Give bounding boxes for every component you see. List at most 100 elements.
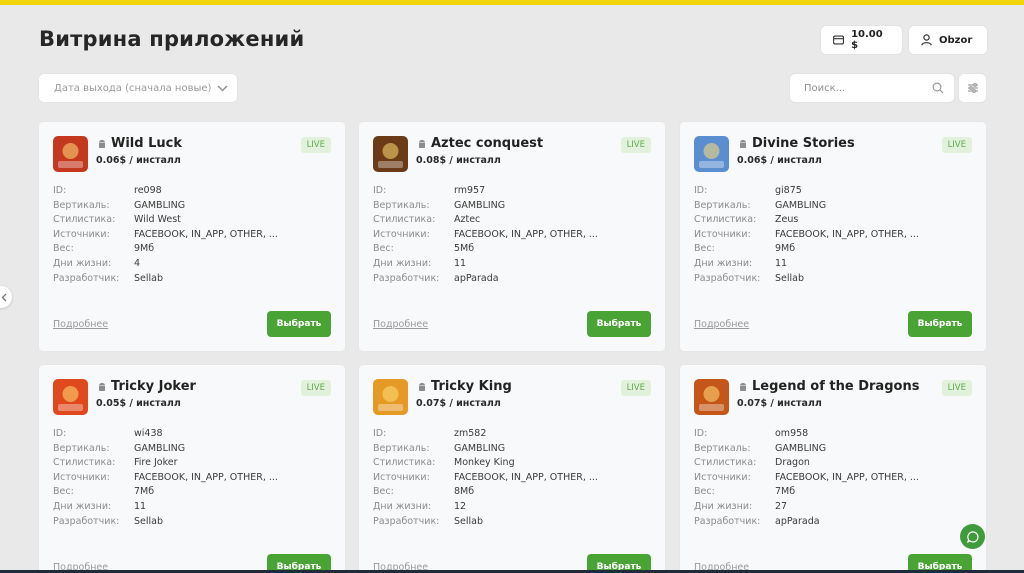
prop-label: ID: bbox=[53, 428, 67, 439]
prop-value-developer: Sellab bbox=[134, 515, 164, 527]
app-icon bbox=[694, 136, 729, 172]
prop-value-id: wi438 bbox=[134, 428, 163, 439]
app-name[interactable]: Tricky Joker bbox=[111, 379, 196, 394]
prop-label: Стилистика: bbox=[53, 214, 116, 226]
prop-label: Дни жизни: bbox=[694, 500, 753, 512]
details-link[interactable]: Подробнее bbox=[694, 319, 749, 330]
prop-value-id: om958 bbox=[775, 428, 809, 439]
sort-select-value: Дата выхода (сначала новые) bbox=[54, 82, 212, 94]
prop-label: Источники: bbox=[694, 228, 751, 240]
prop-value-developer: Sellab bbox=[454, 515, 484, 527]
prop-value-id: gi875 bbox=[775, 185, 802, 196]
prop-row-sources: Источники: FACEBOOK, IN_APP, OTHER, ... bbox=[373, 228, 598, 243]
prop-row-style: Стилистика: Wild West bbox=[53, 213, 278, 228]
search-icon[interactable] bbox=[932, 82, 944, 94]
app-card: Tricky Joker 0.05$ / инсталл LIVE ID: wi… bbox=[39, 365, 345, 573]
prop-value-style: Fire Joker bbox=[134, 457, 178, 469]
app-price: 0.07$ / инсталл bbox=[737, 398, 822, 409]
wallet-icon bbox=[833, 35, 845, 45]
prop-row-style: Стилистика: Aztec bbox=[373, 213, 598, 228]
prop-row-sources: Источники: FACEBOOK, IN_APP, OTHER, ... bbox=[694, 228, 919, 243]
prop-value-vertical: GAMBLING bbox=[134, 199, 186, 211]
android-icon bbox=[99, 139, 105, 148]
status-badge: LIVE bbox=[941, 137, 972, 153]
status-badge: LIVE bbox=[941, 380, 972, 396]
prop-label: Дни жизни: bbox=[694, 257, 753, 269]
prop-row-vertical: Вертикаль: GAMBLING bbox=[694, 442, 919, 457]
details-link[interactable]: Подробнее bbox=[373, 319, 428, 330]
prop-value-lifetime: 4 bbox=[134, 257, 141, 269]
prop-value-lifetime: 11 bbox=[454, 257, 467, 269]
prop-value-weight: 9Мб bbox=[775, 243, 796, 255]
select-button[interactable]: Выбрать bbox=[267, 311, 331, 337]
prop-label: Стилистика: bbox=[373, 214, 436, 226]
prop-label: Вес: bbox=[53, 243, 74, 255]
app-name[interactable]: Aztec conquest bbox=[431, 136, 543, 151]
app-name[interactable]: Divine Stories bbox=[752, 136, 855, 151]
prop-row-id: ID: gi875 bbox=[694, 184, 919, 199]
prop-label: ID: bbox=[373, 185, 387, 196]
app-name[interactable]: Legend of the Dragons bbox=[752, 379, 919, 394]
username: Obzor bbox=[939, 34, 973, 46]
prop-row-lifetime: Дни жизни: 11 bbox=[694, 257, 919, 272]
app-name[interactable]: Tricky King bbox=[431, 379, 512, 394]
prop-value-style: Monkey King bbox=[454, 457, 515, 469]
prop-row-style: Стилистика: Zeus bbox=[694, 213, 919, 228]
prop-value-lifetime: 27 bbox=[775, 500, 788, 512]
prop-value-sources: FACEBOOK, IN_APP, OTHER, ... bbox=[134, 471, 278, 483]
app-icon bbox=[53, 136, 88, 172]
prop-value-sources: FACEBOOK, IN_APP, OTHER, ... bbox=[775, 471, 919, 483]
prop-value-weight: 7Мб bbox=[134, 486, 155, 498]
prop-row-lifetime: Дни жизни: 4 bbox=[53, 257, 278, 272]
prop-value-lifetime: 11 bbox=[775, 257, 788, 269]
app-name[interactable]: Wild Luck bbox=[111, 136, 182, 151]
status-badge: LIVE bbox=[300, 380, 331, 396]
select-button[interactable]: Выбрать bbox=[908, 311, 972, 337]
prop-label: ID: bbox=[694, 185, 708, 196]
user-menu-button[interactable]: Obzor bbox=[909, 26, 987, 54]
prop-row-developer: Разработчик: Sellab bbox=[373, 515, 598, 530]
balance-amount: 10.00 $ bbox=[851, 29, 883, 51]
prop-value-developer: apParada bbox=[454, 272, 499, 284]
search-input[interactable] bbox=[804, 82, 932, 94]
balance-button[interactable]: 10.00 $ bbox=[821, 26, 902, 54]
prop-label: Вес: bbox=[694, 486, 715, 498]
prop-label: Вертикаль: bbox=[694, 199, 751, 211]
search-box[interactable] bbox=[790, 74, 954, 102]
prop-value-weight: 5Мб bbox=[454, 243, 475, 255]
app-card: Divine Stories 0.06$ / инсталл LIVE ID: … bbox=[680, 122, 986, 351]
app-card: Wild Luck 0.06$ / инсталл LIVE ID: re098… bbox=[39, 122, 345, 351]
prop-value-weight: 9Мб bbox=[134, 243, 155, 255]
prop-value-developer: apParada bbox=[775, 515, 820, 527]
prop-row-style: Стилистика: Fire Joker bbox=[53, 456, 278, 471]
app-properties: ID: rm957 Вертикаль: GAMBLING Стилистика… bbox=[373, 184, 598, 286]
prop-row-developer: Разработчик: Sellab bbox=[53, 515, 278, 530]
prop-label: Вес: bbox=[694, 243, 715, 255]
prop-row-id: ID: om958 bbox=[694, 427, 919, 442]
prop-label: Вертикаль: bbox=[53, 442, 110, 454]
prop-row-developer: Разработчик: apParada bbox=[373, 272, 598, 287]
prop-row-lifetime: Дни жизни: 11 bbox=[373, 257, 598, 272]
details-link[interactable]: Подробнее bbox=[53, 319, 108, 330]
prop-row-developer: Разработчик: apParada bbox=[694, 515, 919, 530]
prop-row-lifetime: Дни жизни: 27 bbox=[694, 500, 919, 515]
prop-row-style: Стилистика: Monkey King bbox=[373, 456, 598, 471]
sort-select[interactable]: Дата выхода (сначала новые) bbox=[39, 74, 237, 102]
chevron-left-icon bbox=[1, 293, 7, 301]
prop-label: Разработчик: bbox=[694, 515, 761, 527]
select-button[interactable]: Выбрать bbox=[587, 311, 651, 337]
sidebar-toggle[interactable] bbox=[0, 286, 12, 308]
status-badge: LIVE bbox=[620, 137, 651, 153]
prop-label: Разработчик: bbox=[694, 272, 761, 284]
app-properties: ID: gi875 Вертикаль: GAMBLING Стилистика… bbox=[694, 184, 919, 286]
prop-value-style: Wild West bbox=[134, 214, 181, 226]
prop-label: Стилистика: bbox=[373, 457, 436, 469]
android-icon bbox=[99, 382, 105, 391]
prop-row-id: ID: wi438 bbox=[53, 427, 278, 442]
prop-value-style: Zeus bbox=[775, 214, 799, 226]
prop-value-vertical: GAMBLING bbox=[134, 442, 186, 454]
chat-button[interactable] bbox=[960, 524, 985, 549]
user-icon bbox=[921, 34, 932, 46]
prop-label: Разработчик: bbox=[53, 515, 120, 527]
filter-settings-button[interactable] bbox=[959, 74, 986, 102]
